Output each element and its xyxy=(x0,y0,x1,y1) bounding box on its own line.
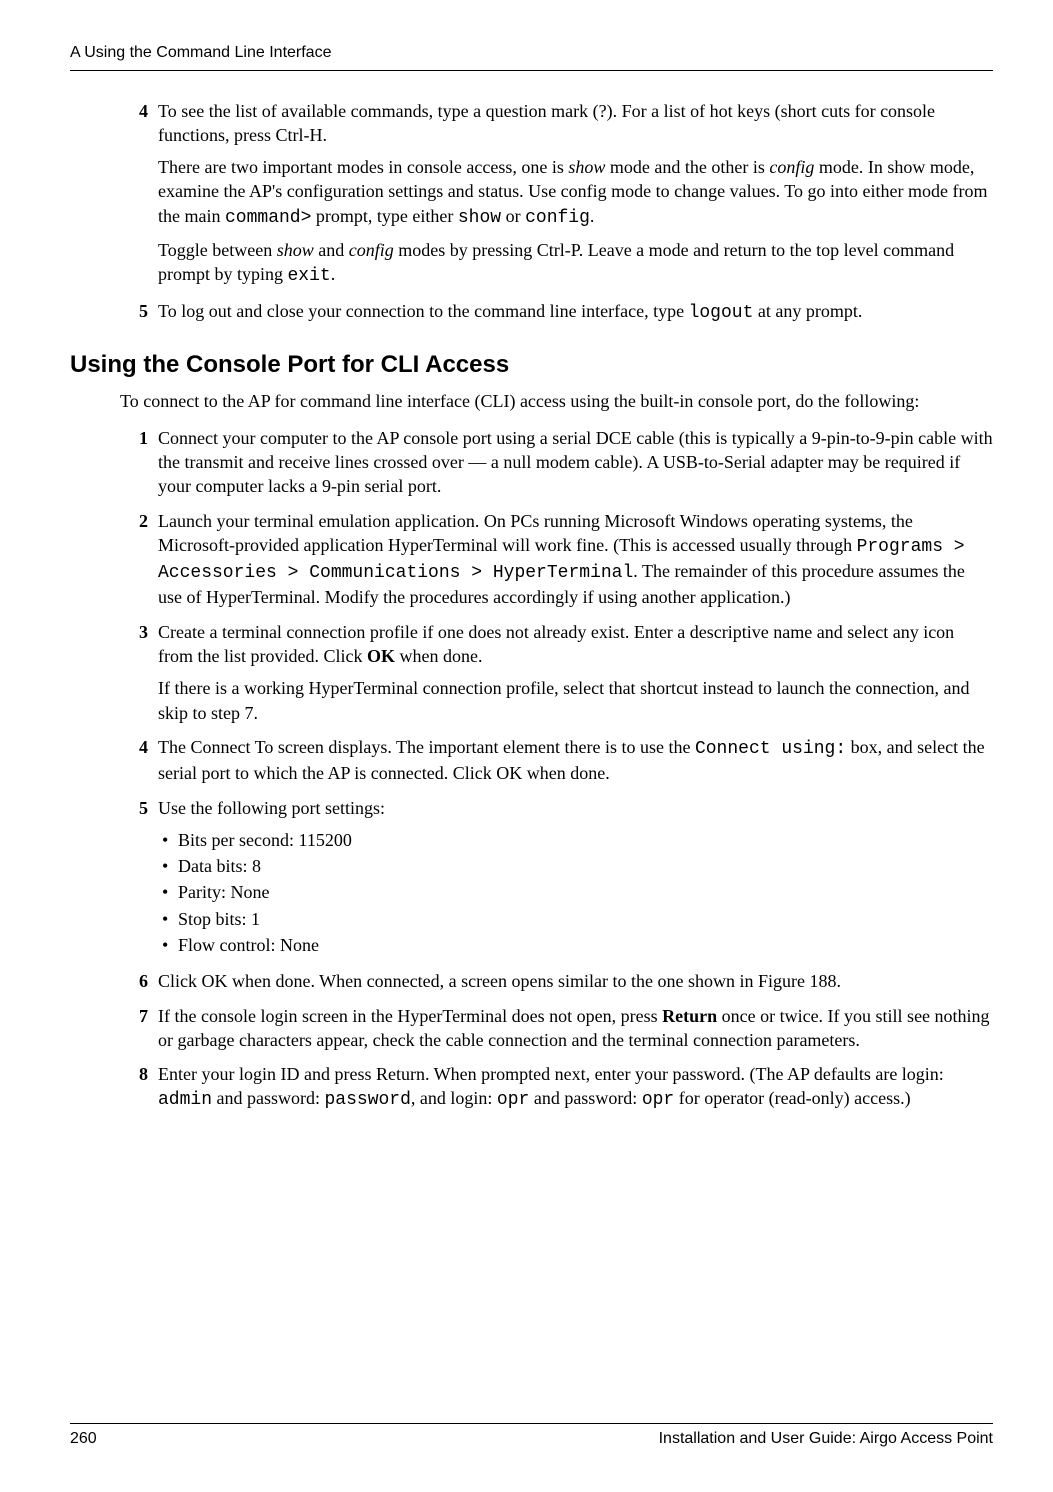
paragraph: There are two important modes in console… xyxy=(158,155,993,230)
step-number: 6 xyxy=(120,969,158,993)
page-number: 260 xyxy=(70,1428,97,1450)
paragraph: To log out and close your connection to … xyxy=(158,299,993,325)
list-item: 7 If the console login screen in the Hyp… xyxy=(120,1004,993,1053)
list-item: 5 Use the following port settings: Bits … xyxy=(120,796,993,960)
paragraph: Connect your computer to the AP console … xyxy=(158,426,993,499)
list-item: 6 Click OK when done. When connected, a … xyxy=(120,969,993,993)
paragraph: To see the list of available commands, t… xyxy=(158,99,993,148)
step-number: 4 xyxy=(120,735,158,786)
list-item: 8 Enter your login ID and press Return. … xyxy=(120,1062,993,1113)
step-body: To see the list of available commands, t… xyxy=(158,99,993,289)
header-rule xyxy=(70,70,993,71)
paragraph: If there is a working HyperTerminal conn… xyxy=(158,676,993,725)
list-item: 1 Connect your computer to the AP consol… xyxy=(120,426,993,499)
step-body: Use the following port settings: Bits pe… xyxy=(158,796,993,960)
step-number: 7 xyxy=(120,1004,158,1053)
section-lead: To connect to the AP for command line in… xyxy=(120,389,993,413)
step-number: 5 xyxy=(120,796,158,960)
list-item: 4 To see the list of available commands,… xyxy=(120,99,993,289)
bullet-item: Parity: None xyxy=(158,880,993,904)
step-number: 2 xyxy=(120,509,158,610)
step-body: Launch your terminal emulation applicati… xyxy=(158,509,993,610)
paragraph: Toggle between show and config modes by … xyxy=(158,238,993,289)
section-heading: Using the Console Port for CLI Access xyxy=(70,349,993,381)
paragraph: If the console login screen in the Hyper… xyxy=(158,1004,993,1053)
paragraph: Use the following port settings: xyxy=(158,796,993,820)
step-body: If the console login screen in the Hyper… xyxy=(158,1004,993,1053)
bullet-list: Bits per second: 115200 Data bits: 8 Par… xyxy=(158,828,993,957)
step-number: 8 xyxy=(120,1062,158,1113)
list-item: 4 The Connect To screen displays. The im… xyxy=(120,735,993,786)
step-number: 4 xyxy=(120,99,158,289)
list-item: 5 To log out and close your connection t… xyxy=(120,299,993,325)
page-footer: 260 Installation and User Guide: Airgo A… xyxy=(70,1423,993,1450)
bullet-item: Bits per second: 115200 xyxy=(158,828,993,852)
step-body: To log out and close your connection to … xyxy=(158,299,993,325)
step-body: Enter your login ID and press Return. Wh… xyxy=(158,1062,993,1113)
page-content: 4 To see the list of available commands,… xyxy=(120,99,993,1113)
list-item: 3 Create a terminal connection profile i… xyxy=(120,620,993,725)
bullet-item: Data bits: 8 xyxy=(158,854,993,878)
step-body: The Connect To screen displays. The impo… xyxy=(158,735,993,786)
step-number: 3 xyxy=(120,620,158,725)
step-number: 5 xyxy=(120,299,158,325)
step-body: Create a terminal connection profile if … xyxy=(158,620,993,725)
step-number: 1 xyxy=(120,426,158,499)
paragraph: The Connect To screen displays. The impo… xyxy=(158,735,993,786)
bullet-item: Stop bits: 1 xyxy=(158,907,993,931)
paragraph: Enter your login ID and press Return. Wh… xyxy=(158,1062,993,1113)
step-body: Click OK when done. When connected, a sc… xyxy=(158,969,993,993)
running-header: A Using the Command Line Interface xyxy=(70,42,993,64)
step-body: Connect your computer to the AP console … xyxy=(158,426,993,499)
list-item: 2 Launch your terminal emulation applica… xyxy=(120,509,993,610)
footer-rule xyxy=(70,1423,993,1424)
paragraph: Launch your terminal emulation applicati… xyxy=(158,509,993,610)
paragraph: Create a terminal connection profile if … xyxy=(158,620,993,669)
bullet-item: Flow control: None xyxy=(158,933,993,957)
footer-title: Installation and User Guide: Airgo Acces… xyxy=(659,1428,993,1450)
paragraph: Click OK when done. When connected, a sc… xyxy=(158,969,993,993)
